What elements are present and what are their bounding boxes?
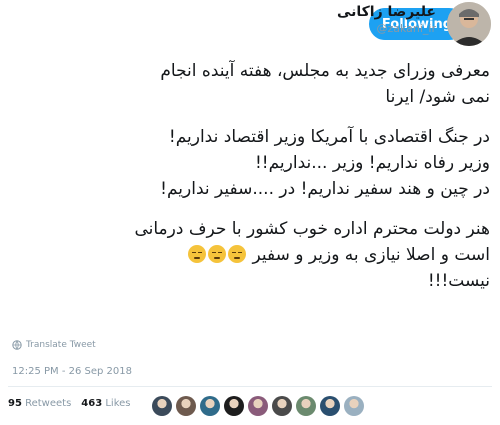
tweet-line-text: است و اصلا نیازی به وزیر و سفیر: [252, 245, 491, 265]
tweet-line: هنر دولت محترم اداره خوب کشور با حرف درم…: [134, 219, 490, 239]
tweet-line: در چین و هند سفیر نداریم! در ....سفیر ند…: [160, 179, 490, 199]
likes-label: Likes: [105, 398, 131, 409]
tweet-paragraph: در جنگ اقتصادی با آمریکا وزیر اقتصاد ندا…: [20, 124, 490, 202]
retweets-label: Retweets: [25, 398, 72, 409]
tweet-line: معرفی وزرای جدید به مجلس، هفته آینده انج…: [160, 61, 490, 81]
tweet-text: معرفی وزرای جدید به مجلس، هفته آینده انج…: [20, 58, 490, 308]
avatar-image: [447, 2, 491, 46]
author-identity[interactable]: علیرضا زاکانی @zakani_ir: [337, 4, 436, 35]
tweet-line: در جنگ اقتصادی با آمریکا وزیر اقتصاد ندا…: [168, 127, 490, 147]
sleepy-face-emoji-icon: [208, 245, 227, 263]
sleepy-face-emoji-icon: [188, 245, 207, 263]
likes-count: 463: [81, 398, 103, 409]
tweet-line: است و اصلا نیازی به وزیر و سفیر: [20, 242, 490, 268]
liker-avatar[interactable]: [224, 396, 244, 416]
tweet-line: وزیر رفاه نداریم! وزیر ...نداریم!!: [254, 153, 490, 173]
tweet-stats: 95 Retweets 463 Likes: [8, 398, 131, 409]
globe-icon: [12, 340, 22, 350]
retweets-count: 95: [8, 398, 22, 409]
display-name[interactable]: علیرضا زاکانی: [337, 4, 436, 20]
likers-avatar-row: [152, 396, 364, 416]
tweet-paragraph: هنر دولت محترم اداره خوب کشور با حرف درم…: [20, 216, 490, 294]
liker-avatar[interactable]: [320, 396, 340, 416]
tweet-line: نمی شود/ ایرنا: [385, 87, 490, 107]
sleepy-face-emoji-icon: [228, 245, 247, 263]
avatar[interactable]: [447, 2, 491, 46]
liker-avatar[interactable]: [176, 396, 196, 416]
translate-label[interactable]: Translate Tweet: [26, 340, 96, 350]
likes-stat[interactable]: 463 Likes: [81, 398, 130, 409]
divider: [8, 386, 492, 387]
liker-avatar[interactable]: [248, 396, 268, 416]
liker-avatar[interactable]: [200, 396, 220, 416]
tweet-line: نیست!!!: [427, 271, 490, 291]
tweet-header: Following ⌄ علیرضا زاکانی @zakani_ir: [0, 0, 500, 60]
liker-avatar[interactable]: [344, 396, 364, 416]
liker-avatar[interactable]: [152, 396, 172, 416]
retweets-stat[interactable]: 95 Retweets: [8, 398, 71, 409]
liker-avatar[interactable]: [296, 396, 316, 416]
tweet-timestamp[interactable]: 12:25 PM - 26 Sep 2018: [12, 366, 132, 377]
user-handle[interactable]: @zakani_ir: [337, 22, 436, 35]
translate-tweet-link[interactable]: Translate Tweet: [12, 340, 96, 350]
tweet-paragraph: معرفی وزرای جدید به مجلس، هفته آینده انج…: [20, 58, 490, 110]
liker-avatar[interactable]: [272, 396, 292, 416]
